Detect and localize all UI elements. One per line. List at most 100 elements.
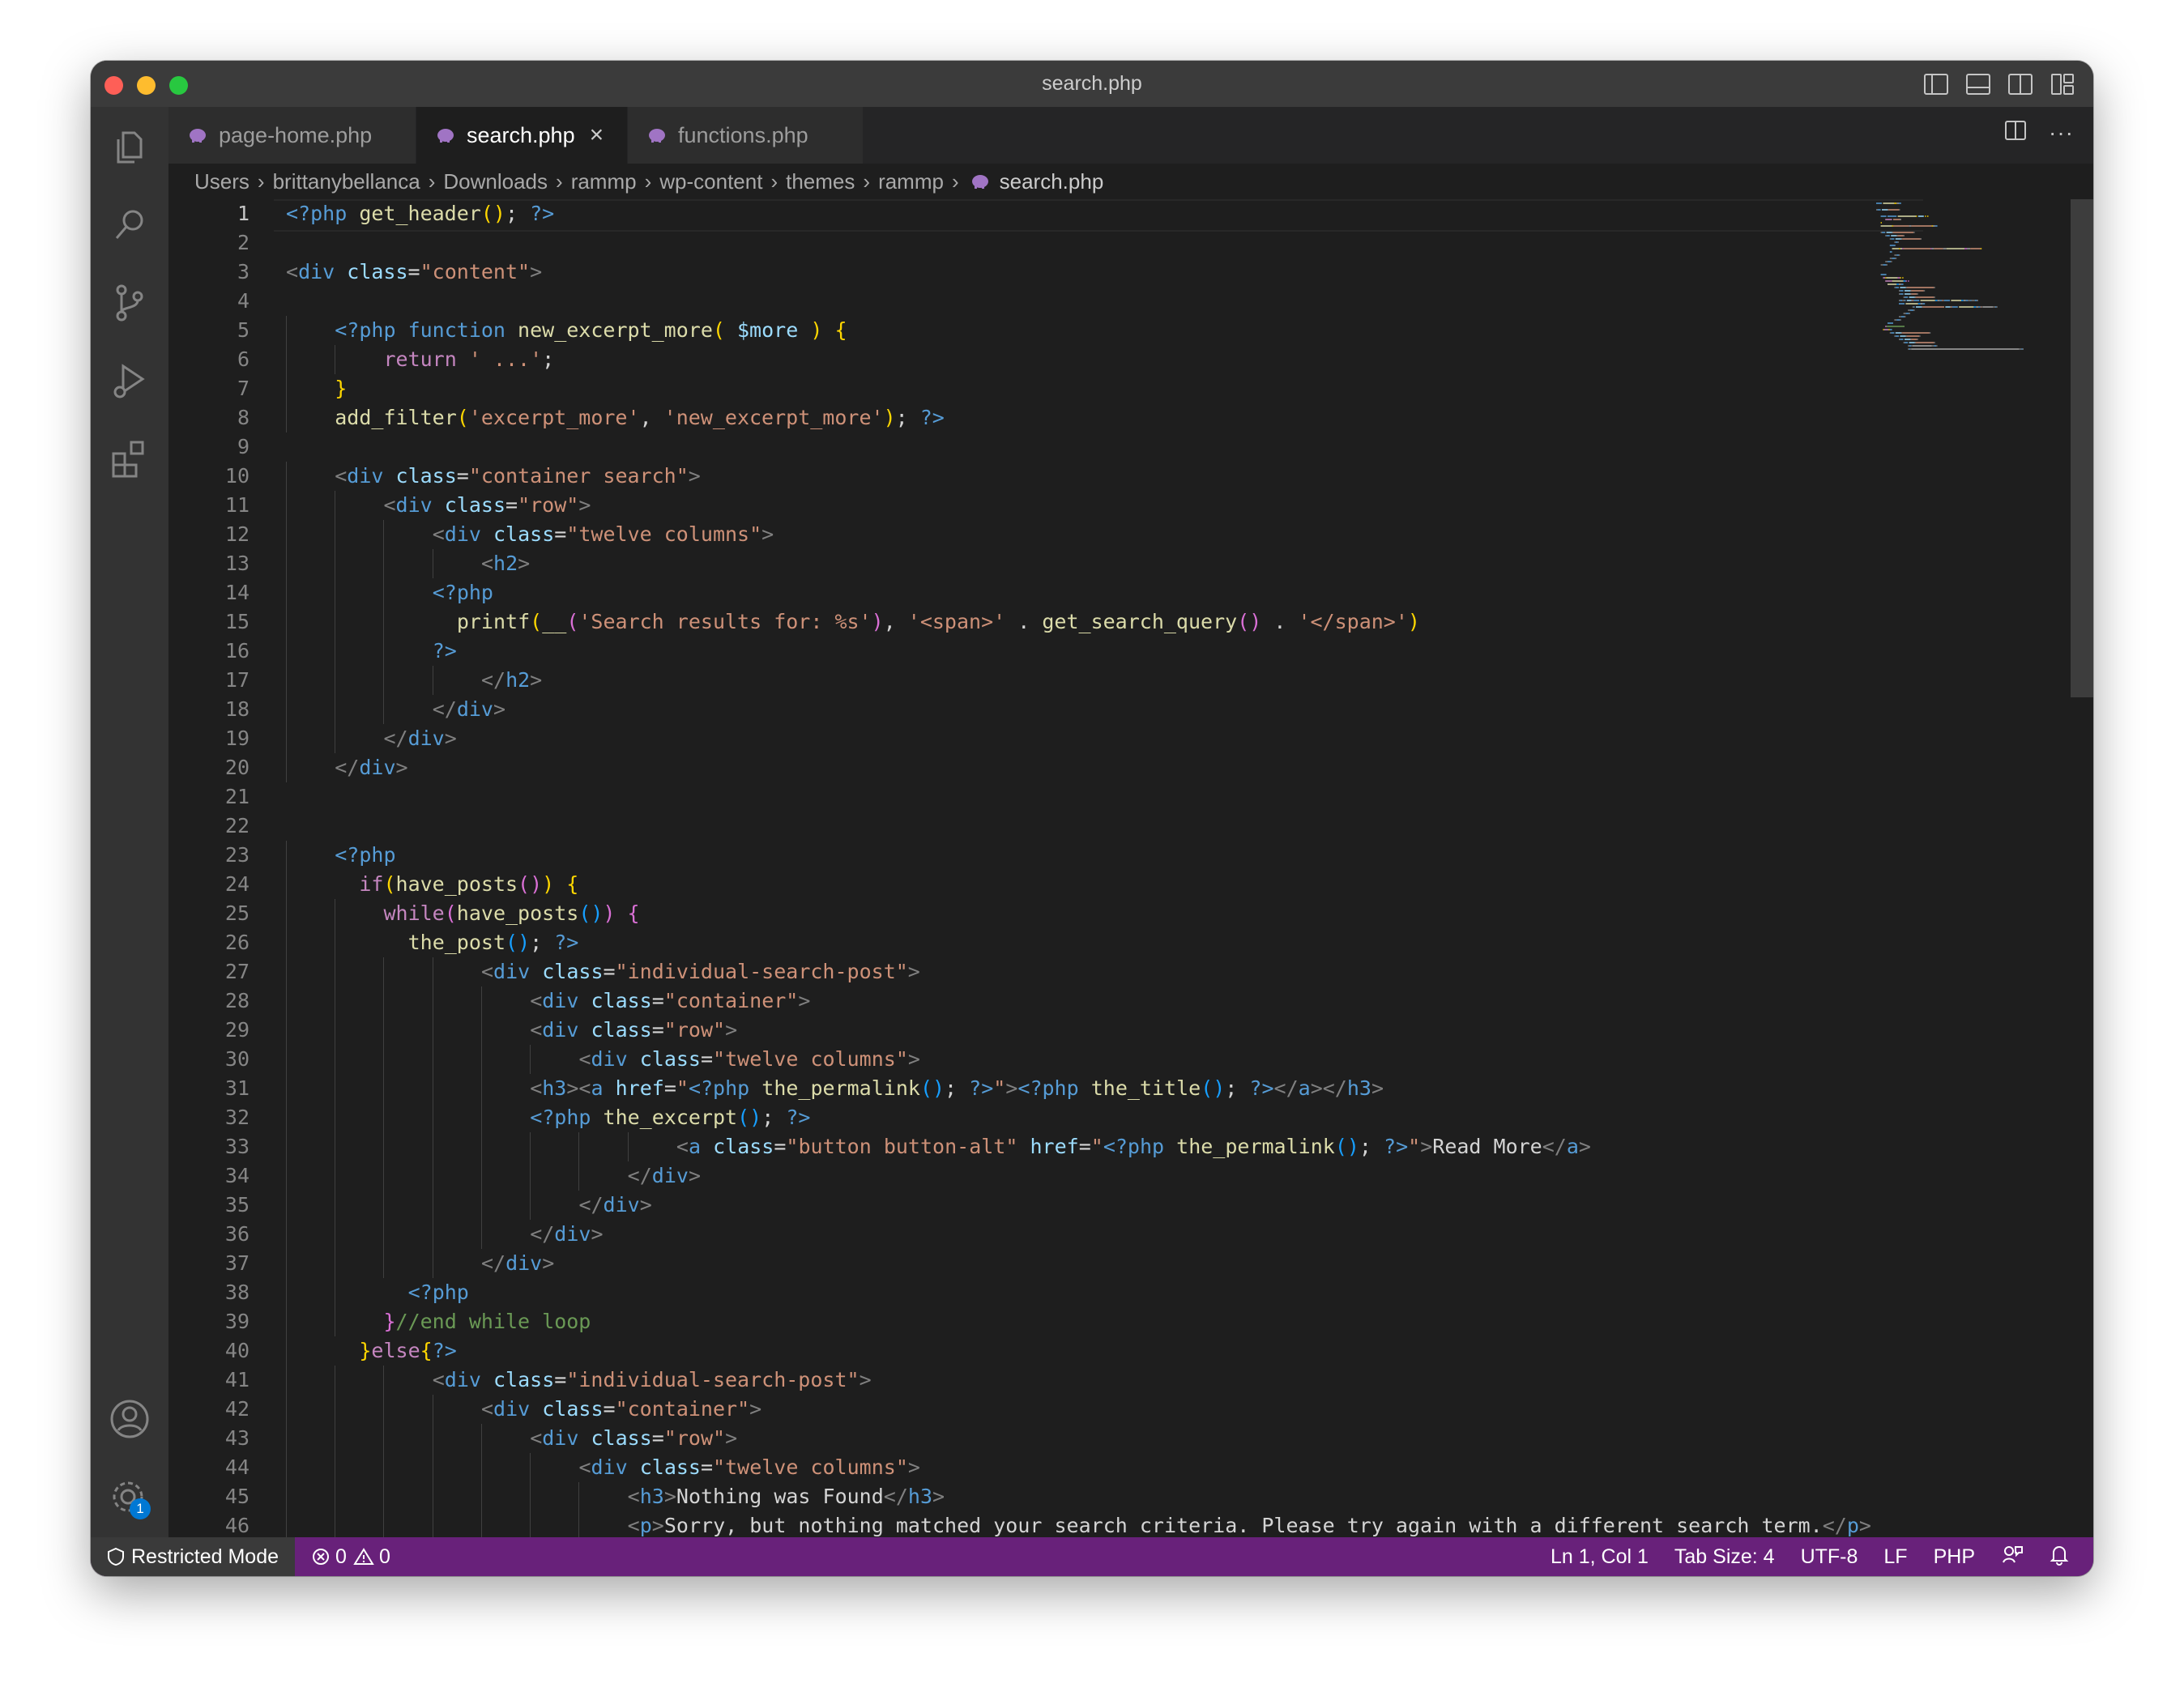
code-line[interactable]: 3 <div class="content"> — [168, 258, 2032, 287]
breadcrumb-item[interactable]: themes — [786, 169, 855, 194]
toggle-primary-sidebar-icon[interactable] — [1923, 72, 1949, 96]
line-number[interactable]: 43 — [168, 1424, 250, 1453]
code-line[interactable]: 43 <div class="row"> — [168, 1424, 2032, 1453]
code-line[interactable]: 26 the_post(); ?> — [168, 928, 2032, 957]
line-number[interactable]: 21 — [168, 782, 250, 812]
tab-search[interactable]: search.php × — [416, 107, 628, 164]
tab-size[interactable]: Tab Size: 4 — [1674, 1545, 1775, 1569]
code-line[interactable]: 19 </div> — [168, 724, 2032, 753]
code-editor[interactable]: 1 <?php get_header(); ?> 2 3 <div class="con… — [168, 199, 2093, 1537]
line-number[interactable]: 19 — [168, 724, 250, 753]
code-line[interactable]: 36 </div> — [168, 1220, 2032, 1249]
line-number[interactable]: 4 — [168, 287, 250, 316]
code-line[interactable]: 37 </div> — [168, 1249, 2032, 1278]
close-tab-icon[interactable]: × — [590, 121, 604, 149]
line-number[interactable]: 14 — [168, 578, 250, 607]
restricted-mode-indicator[interactable]: Restricted Mode — [91, 1537, 296, 1576]
line-number[interactable]: 41 — [168, 1366, 250, 1395]
line-number[interactable]: 45 — [168, 1482, 250, 1511]
vertical-scrollbar[interactable] — [2071, 199, 2093, 697]
line-number[interactable]: 16 — [168, 637, 250, 666]
line-number[interactable]: 17 — [168, 666, 250, 695]
line-number[interactable]: 3 — [168, 258, 250, 287]
line-number[interactable]: 23 — [168, 841, 250, 870]
breadcrumb-item[interactable]: brittanybellanca — [273, 169, 420, 194]
code-line[interactable]: 10 <div class="container search"> — [168, 462, 2032, 491]
line-number[interactable]: 31 — [168, 1074, 250, 1103]
accounts-icon[interactable] — [107, 1396, 152, 1442]
line-number[interactable]: 10 — [168, 462, 250, 491]
line-number[interactable]: 44 — [168, 1453, 250, 1482]
split-editor-icon[interactable] — [2003, 118, 2028, 147]
code-line[interactable]: 21 — [168, 782, 2032, 812]
code-line[interactable]: 23 <?php — [168, 841, 2032, 870]
line-number[interactable]: 32 — [168, 1103, 250, 1132]
breadcrumb-item[interactable]: Users — [194, 169, 250, 194]
feedback-icon[interactable] — [2001, 1543, 2024, 1571]
code-line[interactable]: 32 <?php the_excerpt(); ?> — [168, 1103, 2032, 1132]
breadcrumb-item[interactable]: search.php — [1000, 169, 1104, 194]
code-line[interactable]: 7} — [168, 374, 2032, 403]
code-line[interactable]: 22 — [168, 812, 2032, 841]
toggle-secondary-sidebar-icon[interactable] — [2007, 72, 2033, 96]
line-number[interactable]: 29 — [168, 1016, 250, 1045]
breadcrumb-item[interactable]: rammp — [878, 169, 944, 194]
code-line[interactable]: 44 <div class="twelve columns"> — [168, 1453, 2032, 1482]
customize-layout-icon[interactable] — [2050, 72, 2075, 96]
code-line[interactable]: 45 <h3>Nothing was Found</h3> — [168, 1482, 2032, 1511]
more-actions-icon[interactable]: ··· — [2049, 120, 2074, 146]
code-line[interactable]: 4 — [168, 287, 2032, 316]
code-line[interactable]: 12 <div class="twelve columns"> — [168, 520, 2032, 549]
code-line[interactable]: 9 — [168, 433, 2032, 462]
line-number[interactable]: 13 — [168, 549, 250, 578]
minimap[interactable] — [1876, 199, 2071, 483]
notifications-bell-icon[interactable] — [2050, 1543, 2069, 1571]
code-line[interactable]: 34 </div> — [168, 1161, 2032, 1191]
line-number[interactable]: 39 — [168, 1307, 250, 1336]
line-number[interactable]: 2 — [168, 228, 250, 258]
line-number[interactable]: 8 — [168, 403, 250, 433]
line-number[interactable]: 18 — [168, 695, 250, 724]
line-number[interactable]: 22 — [168, 812, 250, 841]
language-mode[interactable]: PHP — [1934, 1545, 1975, 1569]
code-line[interactable]: 41 <div class="individual-search-post"> — [168, 1366, 2032, 1395]
manage-gear-icon[interactable]: 1 — [107, 1474, 152, 1519]
line-number[interactable]: 26 — [168, 928, 250, 957]
code-line[interactable]: 15 printf(__('Search results for: %s'), '… — [168, 607, 2032, 637]
line-number[interactable]: 5 — [168, 316, 250, 345]
line-number[interactable]: 25 — [168, 899, 250, 928]
code-line[interactable]: 6 return ' ...'; — [168, 345, 2032, 374]
line-number[interactable]: 1 — [168, 199, 250, 228]
line-number[interactable]: 9 — [168, 433, 250, 462]
code-line[interactable]: 1 <?php get_header(); ?> — [168, 199, 2032, 228]
code-line[interactable]: 13 <h2> — [168, 549, 2032, 578]
tab-functions[interactable]: functions.php — [628, 107, 864, 164]
line-number[interactable]: 34 — [168, 1161, 250, 1191]
code-line[interactable]: 25 while(have_posts()) { — [168, 899, 2032, 928]
end-of-line[interactable]: LF — [1883, 1545, 1907, 1569]
line-number[interactable]: 46 — [168, 1511, 250, 1537]
code-line[interactable]: 27 <div class="individual-search-post"> — [168, 957, 2032, 986]
code-line[interactable]: 18 </div> — [168, 695, 2032, 724]
cursor-position[interactable]: Ln 1, Col 1 — [1551, 1545, 1649, 1569]
code-line[interactable]: 31 <h3><a href="<?php the_permalink(); ?>… — [168, 1074, 2032, 1103]
line-number[interactable]: 42 — [168, 1395, 250, 1424]
line-number[interactable]: 40 — [168, 1336, 250, 1366]
code-line[interactable]: 46 <p>Sorry, but nothing matched your sea… — [168, 1511, 2032, 1537]
breadcrumb-item[interactable]: Downloads — [443, 169, 548, 194]
line-number[interactable]: 36 — [168, 1220, 250, 1249]
line-number[interactable]: 6 — [168, 345, 250, 374]
breadcrumb-item[interactable]: wp-content — [659, 169, 762, 194]
code-line[interactable]: 8 add_filter('excerpt_more', 'new_excerpt… — [168, 403, 2032, 433]
line-number[interactable]: 27 — [168, 957, 250, 986]
code-line[interactable]: 39}//end while loop — [168, 1307, 2032, 1336]
line-number[interactable]: 38 — [168, 1278, 250, 1307]
problems-indicator[interactable]: 0 0 — [311, 1545, 390, 1569]
line-number[interactable]: 24 — [168, 870, 250, 899]
code-line[interactable]: 16 ?> — [168, 637, 2032, 666]
code-line[interactable]: 28 <div class="container"> — [168, 986, 2032, 1016]
line-number[interactable]: 11 — [168, 491, 250, 520]
line-number[interactable]: 35 — [168, 1191, 250, 1220]
code-line[interactable]: 24 if(have_posts()) { — [168, 870, 2032, 899]
run-debug-icon[interactable] — [107, 358, 152, 403]
